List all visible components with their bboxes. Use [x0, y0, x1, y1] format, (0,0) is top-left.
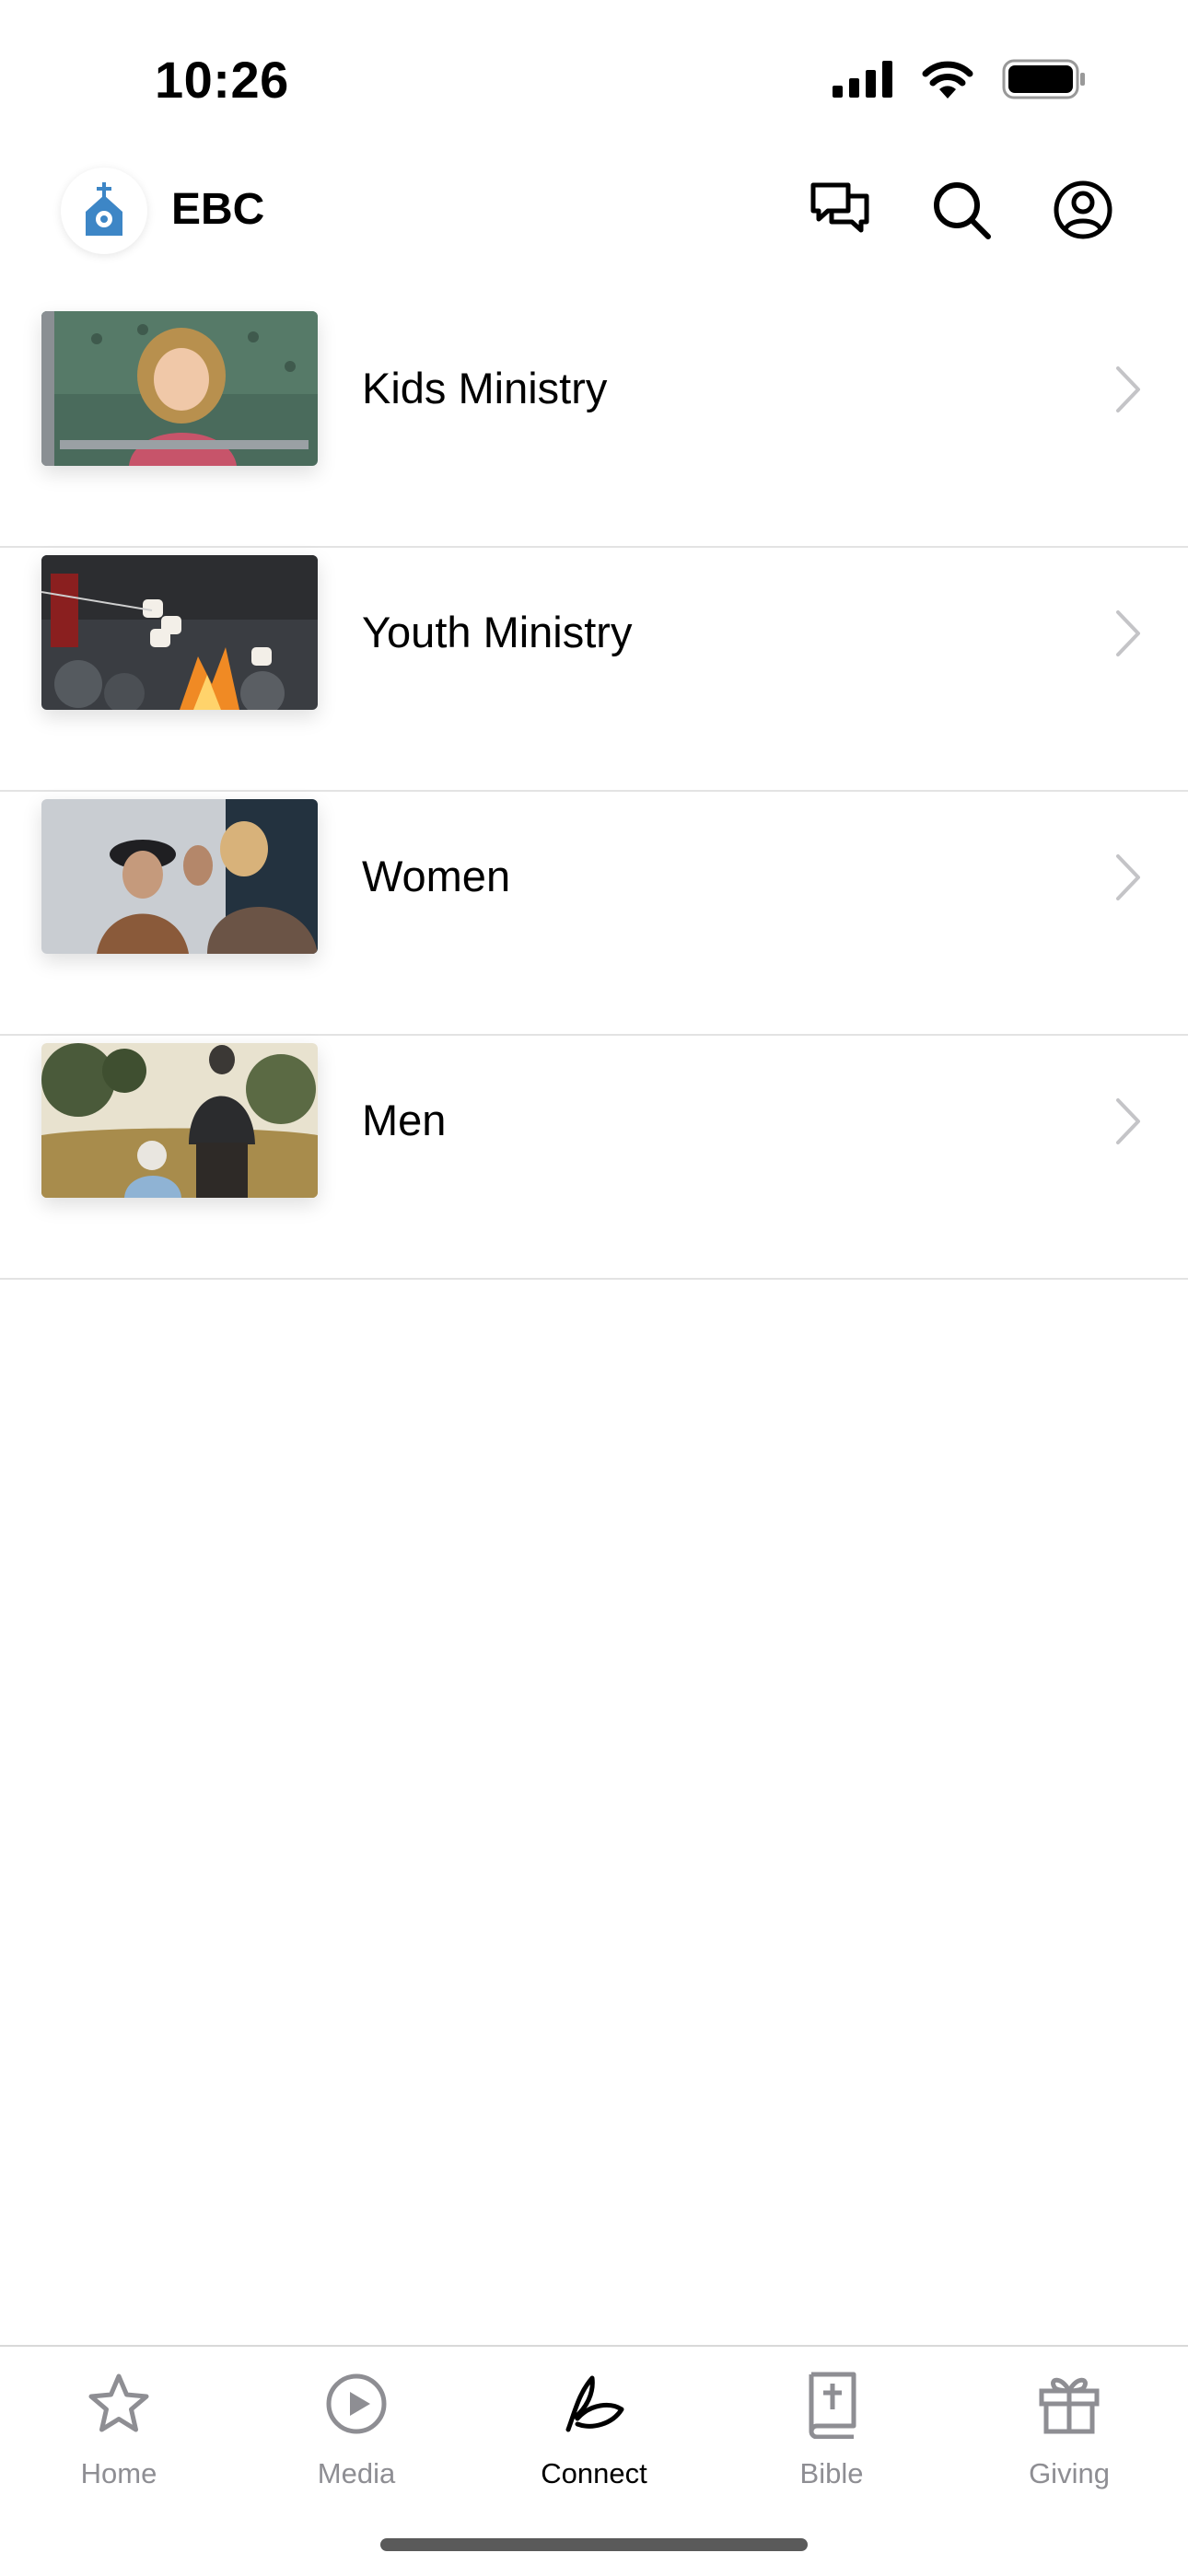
app-header: EBC	[0, 157, 1188, 304]
list-item-women[interactable]: Women	[0, 792, 1188, 1036]
search-button[interactable]	[925, 173, 998, 247]
messages-button[interactable]	[803, 173, 877, 247]
app-title: EBC	[171, 185, 265, 234]
status-icons	[833, 59, 1087, 99]
tab-giving[interactable]: Giving	[950, 2347, 1188, 2512]
youth-ministry-thumbnail	[41, 555, 318, 710]
chat-bubbles-icon	[810, 182, 869, 233]
church-logo-icon	[86, 182, 122, 236]
chevron-right-icon	[1116, 854, 1140, 900]
list-item-youth-ministry[interactable]: Youth Ministry	[0, 548, 1188, 792]
kids-ministry-label: Kids Ministry	[362, 364, 608, 412]
search-icon	[934, 182, 991, 239]
kids-ministry-thumbnail	[41, 311, 318, 466]
tab-bible[interactable]: Bible	[713, 2347, 950, 2512]
status-time: 10:26	[155, 51, 289, 109]
user-account-icon	[1054, 180, 1112, 239]
tab-media[interactable]: Media	[238, 2347, 475, 2512]
list-item-kids-ministry[interactable]: Kids Ministry	[0, 304, 1188, 548]
battery-icon	[1002, 59, 1085, 99]
church-logo[interactable]	[61, 168, 147, 254]
tab-connect-label: Connect	[541, 2457, 647, 2489]
tab-connect[interactable]: Connect	[475, 2347, 713, 2512]
status-bar: 10:26	[0, 0, 1188, 157]
play-circle-icon	[326, 2373, 387, 2434]
men-label: Men	[362, 1096, 447, 1144]
bible-icon	[809, 2372, 856, 2439]
chevron-right-icon	[1116, 1098, 1140, 1144]
tab-bible-label: Bible	[799, 2457, 864, 2489]
youth-ministry-label: Youth Ministry	[362, 608, 633, 656]
men-thumbnail	[41, 1043, 318, 1198]
chevron-right-icon	[1116, 610, 1140, 656]
tab-media-label: Media	[317, 2457, 396, 2489]
tab-home[interactable]: Home	[0, 2347, 238, 2512]
wifi-icon	[922, 61, 973, 99]
profile-button[interactable]	[1046, 173, 1120, 247]
ministry-list: Kids Ministry Youth Ministry Women Men	[0, 304, 1188, 1280]
women-label: Women	[362, 852, 511, 900]
tab-giving-label: Giving	[1029, 2457, 1110, 2489]
women-thumbnail	[41, 799, 318, 954]
star-icon	[88, 2373, 149, 2432]
chevron-right-icon	[1116, 366, 1140, 412]
home-indicator	[380, 2538, 808, 2551]
tab-home-label: Home	[80, 2457, 157, 2489]
cellular-signal-icon	[833, 61, 892, 98]
leaf-icon	[565, 2375, 624, 2432]
list-item-men[interactable]: Men	[0, 1036, 1188, 1280]
gift-icon	[1039, 2377, 1100, 2434]
